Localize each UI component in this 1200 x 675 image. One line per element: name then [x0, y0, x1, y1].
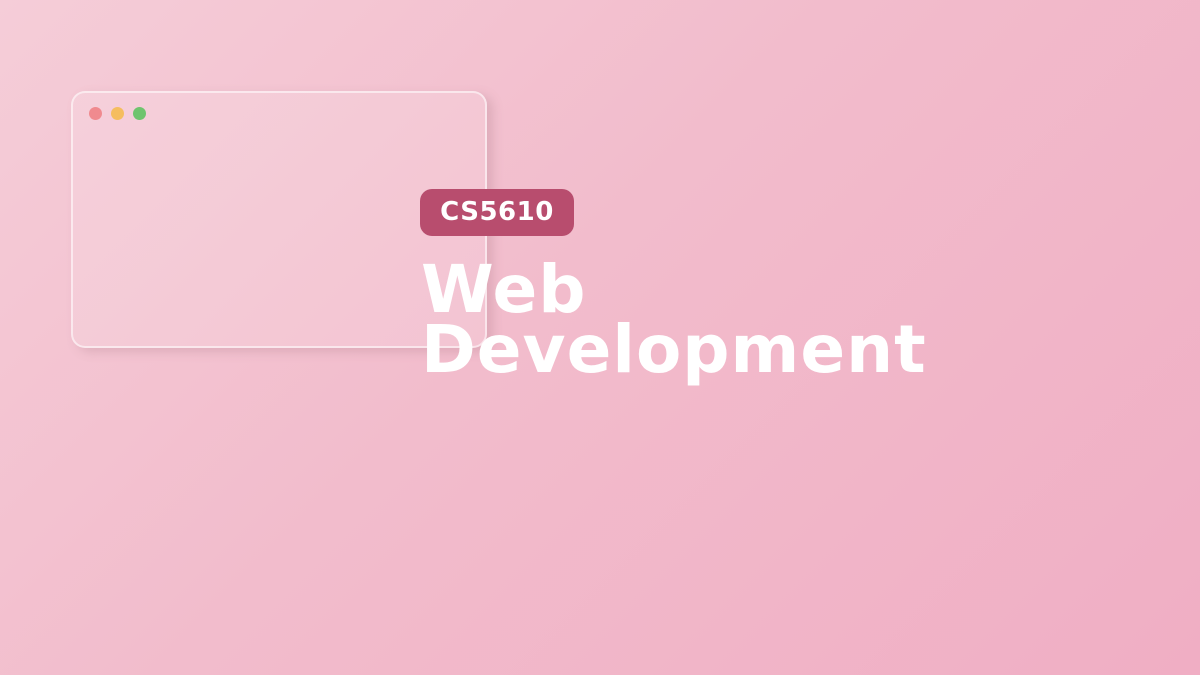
minimize-dot-icon	[111, 107, 124, 120]
close-dot-icon	[89, 107, 102, 120]
title-line-2: Development	[421, 311, 927, 388]
course-code-badge: CS5610	[420, 189, 574, 236]
slide-title: Web Development	[421, 257, 927, 388]
window-controls	[89, 107, 146, 120]
maximize-dot-icon	[133, 107, 146, 120]
